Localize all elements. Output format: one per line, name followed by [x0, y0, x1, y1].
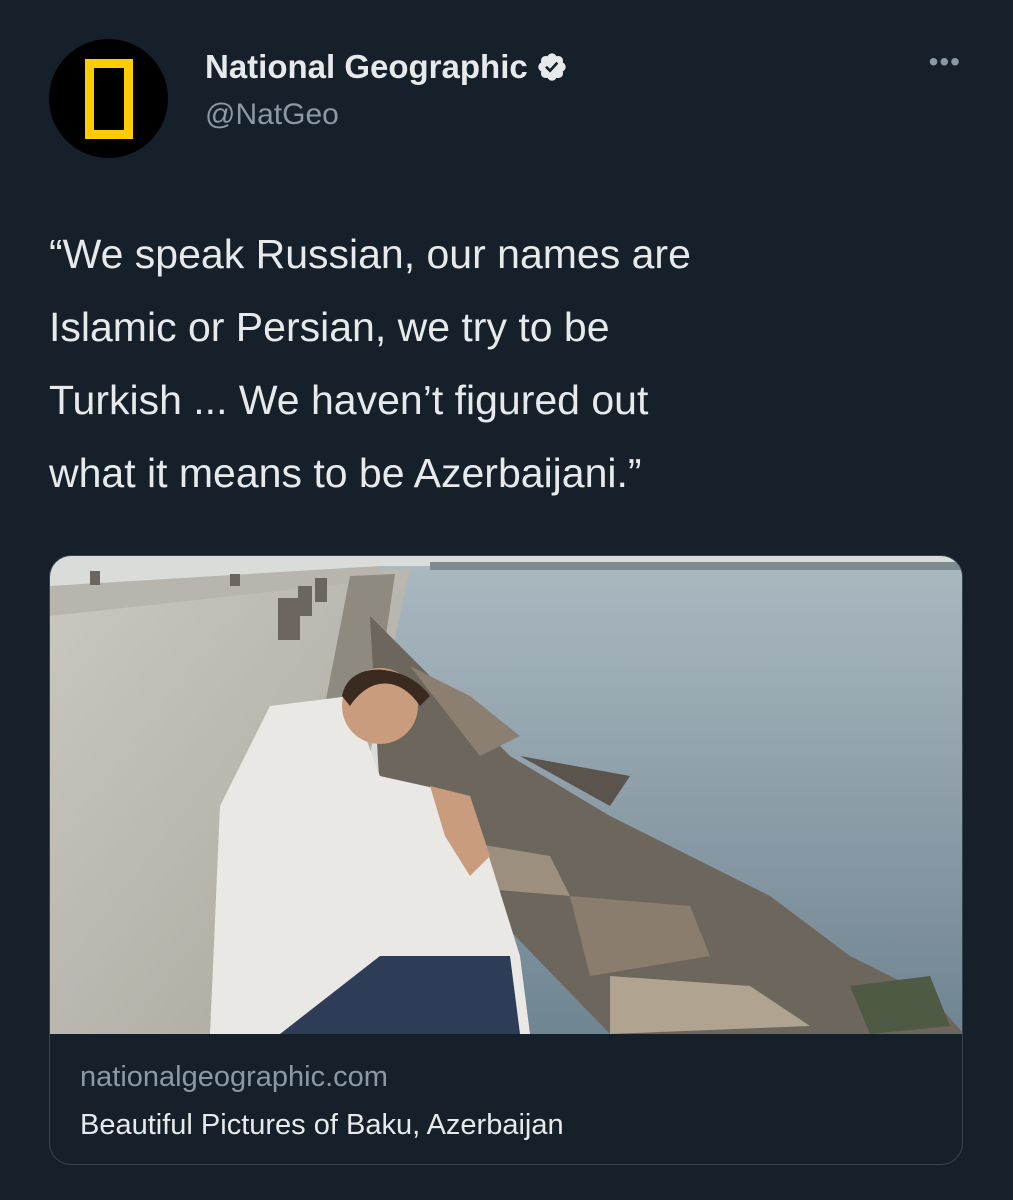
verified-badge-icon: [538, 53, 566, 81]
author-name-row[interactable]: National Geographic: [205, 48, 568, 86]
avatar[interactable]: [49, 39, 168, 158]
more-options-icon[interactable]: •••: [929, 48, 961, 76]
card-domain[interactable]: nationalgeographic.com: [80, 1061, 388, 1094]
link-card[interactable]: nationalgeographic.com Beautiful Picture…: [49, 555, 963, 1165]
tweet-text: “We speak Russian, our names are Islamic…: [49, 231, 691, 496]
natgeo-logo-icon: [84, 58, 133, 139]
author-name[interactable]: National Geographic: [205, 48, 528, 86]
tweet-container: National Geographic @NatGeo ••• “We spea…: [0, 0, 1013, 1200]
card-photo[interactable]: [50, 556, 963, 1034]
card-title[interactable]: Beautiful Pictures of Baku, Azerbaijan: [80, 1109, 564, 1142]
author-handle[interactable]: @NatGeo: [205, 98, 339, 132]
